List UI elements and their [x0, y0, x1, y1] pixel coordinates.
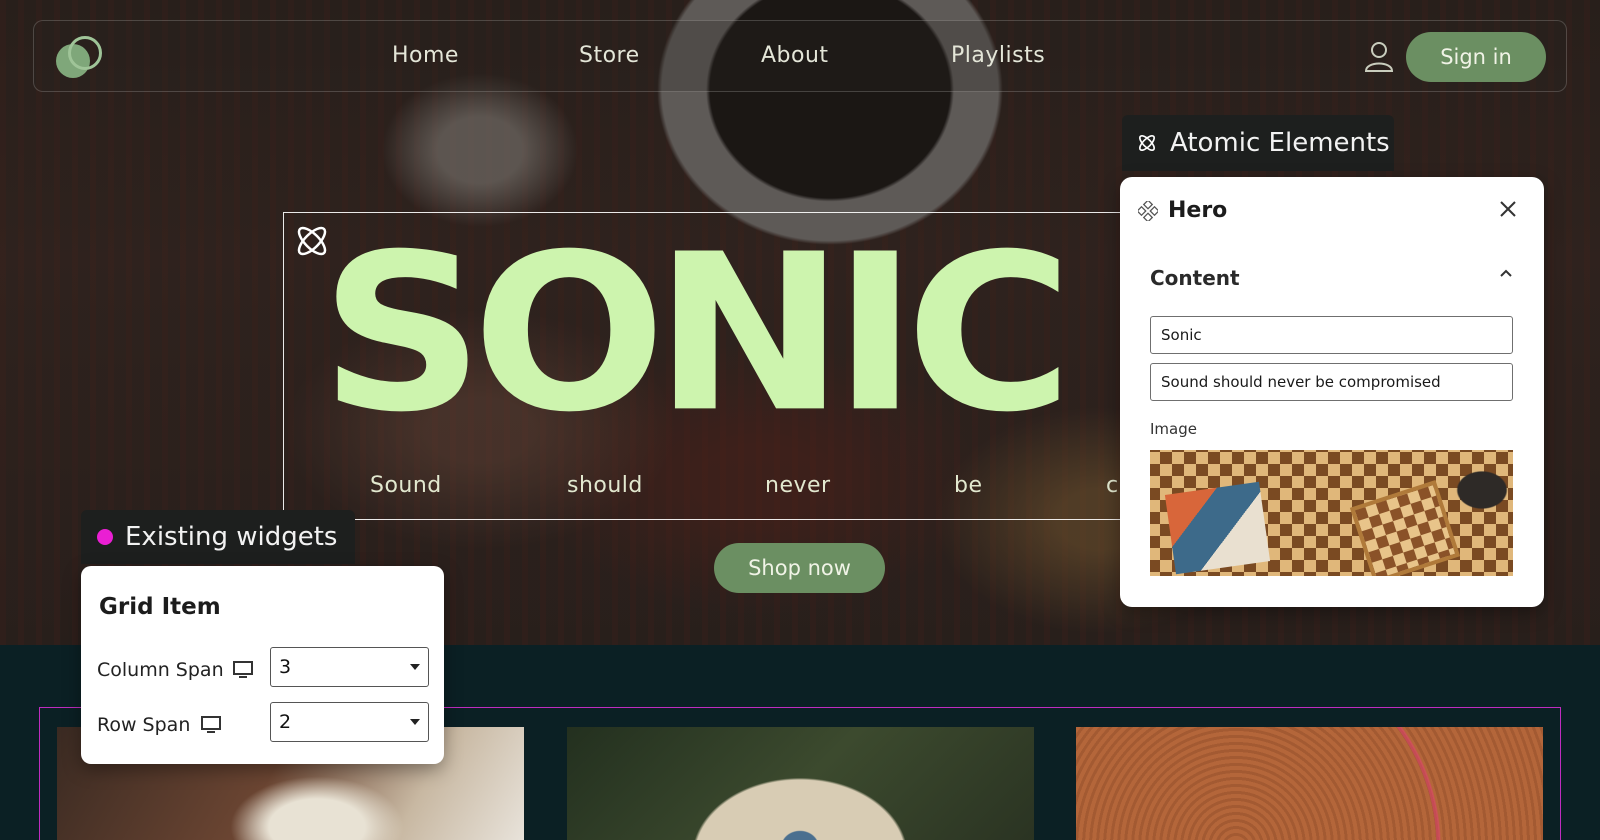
hero-title-input[interactable] [1150, 316, 1513, 354]
nav-link-about[interactable]: About [761, 43, 829, 68]
content-section-title[interactable]: Content [1150, 266, 1240, 290]
atom-icon [1139, 135, 1155, 151]
nav-link-playlists[interactable]: Playlists [951, 43, 1045, 68]
existing-widgets-label: Existing widgets [125, 522, 338, 552]
shop-now-button[interactable]: Shop now [714, 543, 885, 593]
hero-subtitle[interactable]: Sound should never be c [284, 473, 1122, 503]
hero-panel-title: Hero [1168, 198, 1228, 223]
grid-item-title: Grid Item [99, 594, 221, 620]
atomic-elements-tag: Atomic Elements [1122, 115, 1394, 171]
user-icon[interactable] [1362, 39, 1396, 73]
close-icon[interactable] [1498, 199, 1518, 219]
hero-subtitle-word: c [1106, 473, 1119, 498]
hero-widget-selection[interactable]: SONIC Sound should never be c [283, 212, 1123, 520]
widget-diamond-icon [1138, 201, 1158, 221]
nav-link-home[interactable]: Home [392, 43, 459, 68]
image-field-label: Image [1150, 420, 1197, 438]
site-header: Home Store About Playlists Sign in [33, 20, 1567, 92]
nav-link-store[interactable]: Store [579, 43, 640, 68]
status-dot-icon [97, 529, 113, 545]
sign-in-button[interactable]: Sign in [1406, 32, 1546, 82]
hero-subtitle-word: Sound [370, 473, 442, 498]
hero-subtitle-word: should [567, 473, 643, 498]
hero-title[interactable]: SONIC [320, 225, 1073, 442]
site-logo[interactable] [56, 36, 104, 80]
row-span-label: Row Span [97, 714, 191, 736]
dropdown-caret-icon [410, 719, 420, 725]
grid-item-panel: Grid Item Column Span 3 Row Span 2 [81, 566, 444, 764]
row-span-select[interactable]: 2 [270, 702, 429, 742]
hero-image-preview[interactable] [1150, 450, 1513, 576]
desktop-icon[interactable] [232, 660, 254, 680]
existing-widgets-tag: Existing widgets [81, 510, 355, 564]
column-span-value: 3 [279, 656, 292, 678]
hero-editor-panel: Hero Content Image [1120, 177, 1544, 607]
desktop-icon[interactable] [200, 715, 222, 735]
hero-subtitle-input[interactable] [1150, 363, 1513, 401]
hero-subtitle-word: never [765, 473, 831, 498]
row-span-value: 2 [279, 711, 292, 733]
hero-subtitle-word: be [954, 473, 983, 498]
atomic-elements-label: Atomic Elements [1170, 128, 1390, 158]
dropdown-caret-icon [410, 664, 420, 670]
column-span-select[interactable]: 3 [270, 647, 429, 687]
chevron-up-icon[interactable] [1498, 265, 1514, 281]
column-span-label: Column Span [97, 659, 224, 681]
